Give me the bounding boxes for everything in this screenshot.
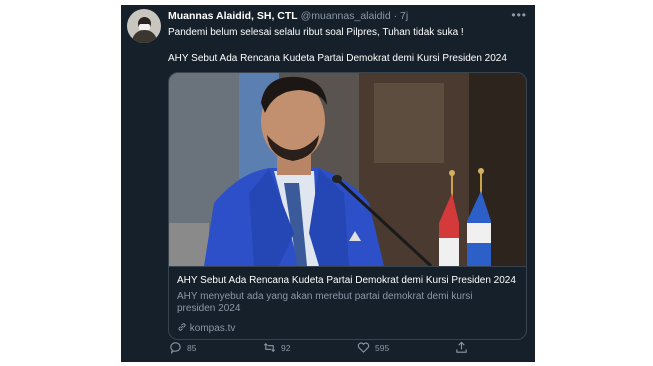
heart-icon <box>357 342 370 353</box>
share-button[interactable] <box>455 341 468 354</box>
reply-button[interactable]: 85 <box>169 341 196 354</box>
card-domain-text: kompas.tv <box>189 323 236 334</box>
card-description: AHY menyebut ada yang akan merebut parta… <box>177 291 473 314</box>
news-photo <box>169 73 526 266</box>
separator: · <box>393 10 398 22</box>
avatar-body <box>132 30 157 43</box>
reply-icon <box>170 342 181 354</box>
like-button[interactable]: 595 <box>357 341 389 354</box>
author-handle[interactable]: @muannas_alaidid <box>301 10 391 22</box>
avatar[interactable] <box>127 9 161 43</box>
retweet-icon <box>263 342 276 353</box>
link-card[interactable]: AHY Sebut Ada Rencana Kudeta Partai Demo… <box>168 72 527 340</box>
card-title[interactable]: AHY Sebut Ada Rencana Kudeta Partai Demo… <box>177 275 522 286</box>
card-image[interactable] <box>169 73 526 266</box>
retweet-button[interactable]: 92 <box>263 341 290 354</box>
retweet-count: 92 <box>281 342 291 353</box>
reply-count: 85 <box>187 342 197 353</box>
tweet-text-line2: AHY Sebut Ada Rencana Kudeta Partai Demo… <box>168 53 507 64</box>
tweet-text-line1: Pandemi belum selesai selalu ribut soal … <box>168 27 464 38</box>
tweet-time[interactable]: 7j <box>400 10 408 22</box>
card-domain[interactable]: kompas.tv <box>177 322 235 334</box>
author-name[interactable]: Muannas Alaidid, SH, CTL <box>168 10 298 22</box>
share-icon <box>456 341 467 353</box>
like-count: 595 <box>375 342 390 353</box>
tweet-header: Muannas Alaidid, SH, CTL @muannas_alaidi… <box>168 10 408 22</box>
action-bar: 85 92 595 <box>169 341 529 357</box>
link-icon <box>178 323 186 331</box>
more-dots-icon[interactable]: ••• <box>511 8 527 22</box>
tweet-card[interactable]: Muannas Alaidid, SH, CTL @muannas_alaidi… <box>121 5 535 362</box>
card-body[interactable]: AHY Sebut Ada Rencana Kudeta Partai Demo… <box>169 266 526 339</box>
avatar-mask <box>139 24 150 30</box>
